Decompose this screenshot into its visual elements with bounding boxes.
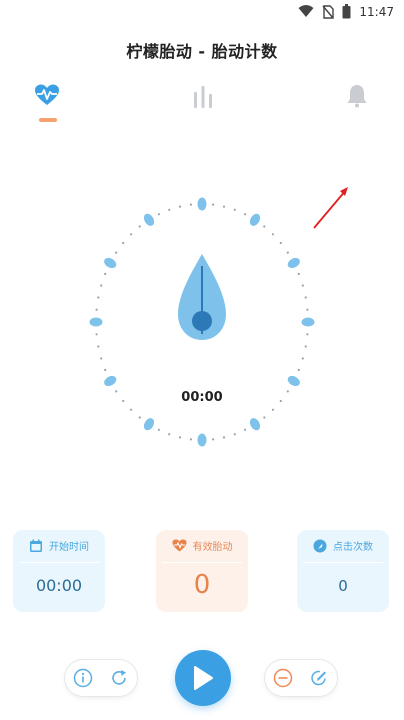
dial-minor-tick [97,345,100,348]
dial-major-tick [197,197,207,211]
dial-minor-tick [122,241,125,245]
valid-movements-value: 0 [193,570,211,600]
minus-icon [273,668,293,688]
page-title: 柠檬胎动 - 胎动计数 [126,42,278,61]
card-divider [303,562,383,563]
active-tab-indicator [39,118,57,122]
dial-minor-tick [212,203,215,206]
dial-minor-tick [263,225,266,228]
dial-minor-tick [244,428,247,431]
tab-statistics[interactable] [183,84,223,124]
dial-minor-tick [104,368,107,372]
dial-minor-tick [306,308,309,311]
dial-minor-tick [189,438,192,441]
start-time-label: 开始时间 [49,542,89,553]
dial-minor-tick [138,416,141,419]
dial-minor-tick [130,408,133,411]
click-icon [313,539,327,552]
click-count-card: 点击次数 0 [297,530,389,612]
dial-minor-tick [115,251,118,254]
dial-minor-tick [297,272,300,276]
dial-major-tick [249,418,261,431]
dial-minor-tick [222,436,226,439]
info-button[interactable] [72,667,94,689]
dial-minor-tick [178,436,182,439]
dial-minor-tick [100,357,103,360]
play-icon [194,666,213,690]
right-control-group [265,660,337,696]
edit-button[interactable] [308,667,330,689]
dial-minor-tick [263,416,266,419]
left-control-group [65,660,137,696]
dial-minor-tick [168,208,171,211]
dial-major-tick [89,317,103,327]
dial-major-tick [301,317,315,327]
dial-minor-tick [233,208,236,211]
dial-minor-tick [130,233,133,236]
refresh-button[interactable] [108,667,130,689]
dial-minor-tick [168,433,171,436]
click-count-value: 0 [338,577,348,595]
dial-major-tick [104,257,117,269]
dial-minor-tick [157,428,160,431]
dial-minor-tick [212,438,215,441]
dial-minor-tick [271,408,274,411]
dial-minor-tick [244,213,247,216]
dial-major-tick [143,418,155,431]
dial-major-tick [143,213,155,226]
dial-minor-tick [271,233,274,236]
heart-icon [172,539,186,552]
timer-dial[interactable] [82,190,322,450]
dial-minor-tick [95,333,98,336]
dial-major-tick [287,257,300,269]
click-count-label: 点击次数 [333,542,373,553]
dial-minor-tick [97,296,100,299]
dial-minor-tick [178,205,182,208]
dial-major-tick [104,375,117,387]
start-time-card: 开始时间 00:00 [13,530,105,612]
tab-bar [0,80,404,229]
dial-minor-tick [304,296,307,299]
dial-minor-tick [157,213,160,216]
bell-icon [347,85,367,108]
no-sim-icon [322,4,335,19]
dial-minor-tick [306,333,309,336]
dial-minor-tick [100,284,103,287]
dial-minor-tick [286,251,289,254]
dial-minor-tick [189,203,192,206]
tab-reminders[interactable] [337,84,377,124]
bar-chart-icon [194,86,212,108]
edit-icon [311,670,326,686]
card-divider [162,562,242,563]
dial-major-tick [249,213,261,226]
dial-minor-tick [279,241,282,245]
valid-movements-card: 有效胎动 0 [156,530,248,612]
dial-minor-tick [222,205,226,208]
dial-minor-tick [301,357,304,360]
battery-icon [342,4,351,19]
dial-minor-tick [138,225,141,228]
start-time-value: 00:00 [35,576,83,595]
dial-minor-tick [233,433,236,436]
info-icon [73,668,93,688]
heart-pulse-icon [35,84,59,105]
status-time: 11:47 [359,4,394,19]
play-button[interactable] [175,650,231,706]
dial-minor-tick [95,308,98,311]
valid-movements-label: 有效胎动 [192,542,233,553]
timer-display: 00:00 [181,390,223,405]
dial-minor-tick [304,345,307,348]
status-bar: 11:47 [0,0,404,26]
dial-minor-tick [297,368,300,372]
dial-minor-tick [104,272,107,276]
pendulum-icon [178,254,226,340]
card-divider [19,562,99,563]
dial-major-tick [287,375,300,387]
calendar-icon [30,539,42,552]
minus-button[interactable] [272,667,294,689]
dial-major-tick [197,433,207,447]
refresh-icon [112,670,126,685]
wifi-icon [298,5,314,17]
dial-minor-tick [301,284,304,287]
